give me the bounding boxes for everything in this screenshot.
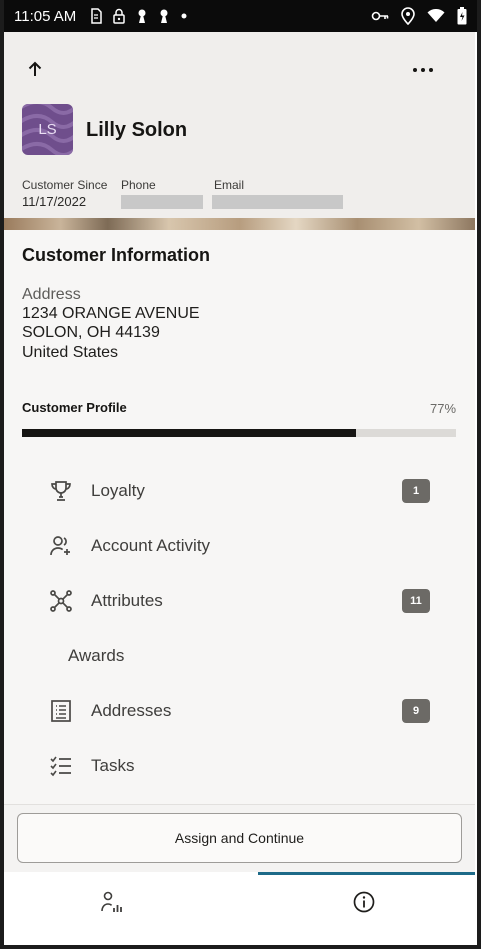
device-frame [0,0,481,949]
